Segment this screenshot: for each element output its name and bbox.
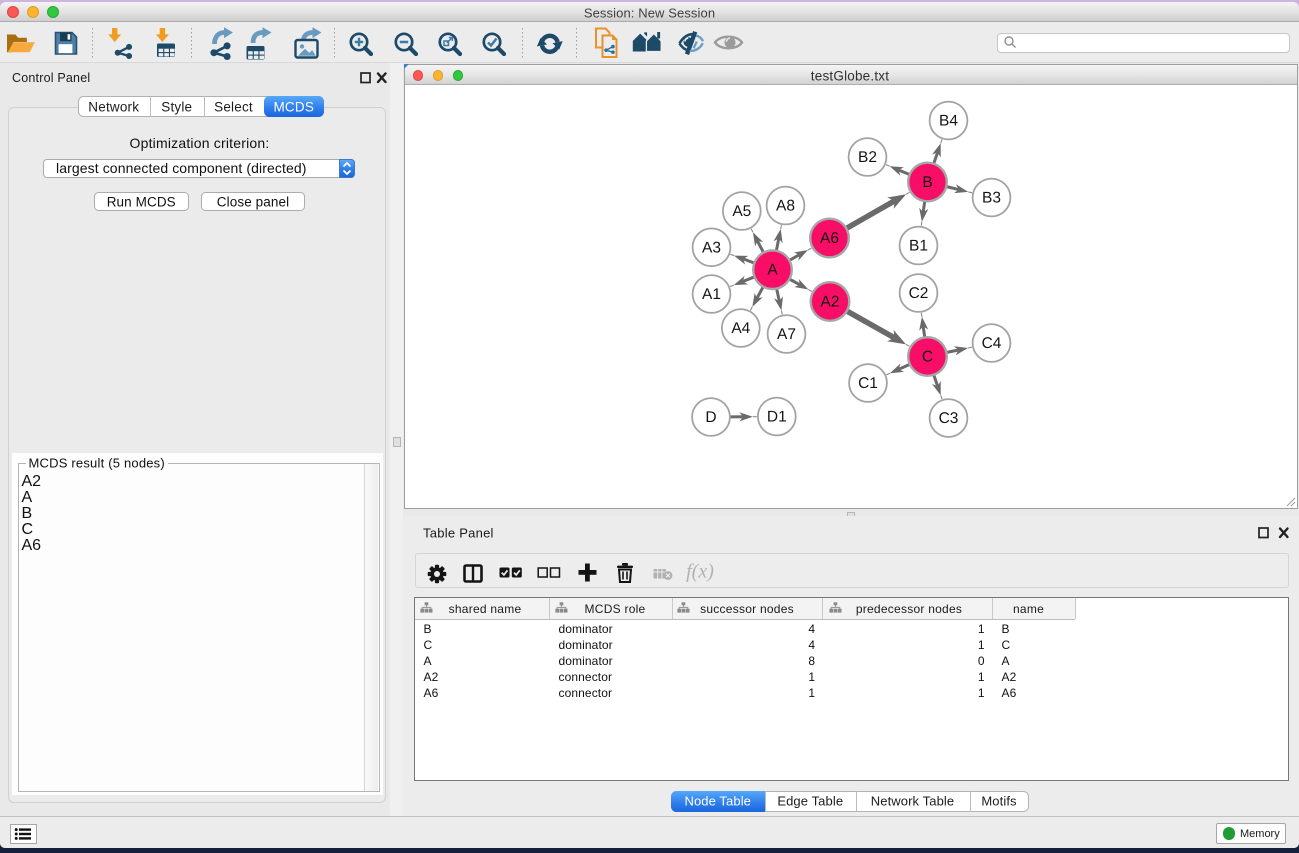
svg-text:C: C [921, 349, 932, 366]
svg-text:A8: A8 [776, 198, 795, 215]
svg-text:A7: A7 [777, 326, 796, 343]
svg-text:A: A [767, 262, 778, 279]
svg-text:B1: B1 [909, 238, 928, 255]
svg-text:C4: C4 [981, 335, 1001, 352]
svg-text:B2: B2 [858, 149, 877, 166]
svg-text:C2: C2 [908, 285, 928, 302]
svg-text:C1: C1 [858, 375, 878, 392]
svg-text:A3: A3 [702, 239, 721, 256]
svg-text:B3: B3 [982, 190, 1001, 207]
svg-text:C3: C3 [938, 410, 958, 427]
svg-text:D: D [705, 409, 716, 426]
svg-text:B4: B4 [939, 113, 958, 130]
svg-text:D1: D1 [766, 409, 786, 426]
svg-text:A6: A6 [820, 230, 839, 247]
svg-text:A2: A2 [820, 294, 839, 311]
svg-text:B: B [922, 174, 932, 191]
svg-text:A4: A4 [731, 320, 750, 337]
svg-text:A1: A1 [702, 286, 721, 303]
svg-text:A5: A5 [732, 203, 751, 220]
